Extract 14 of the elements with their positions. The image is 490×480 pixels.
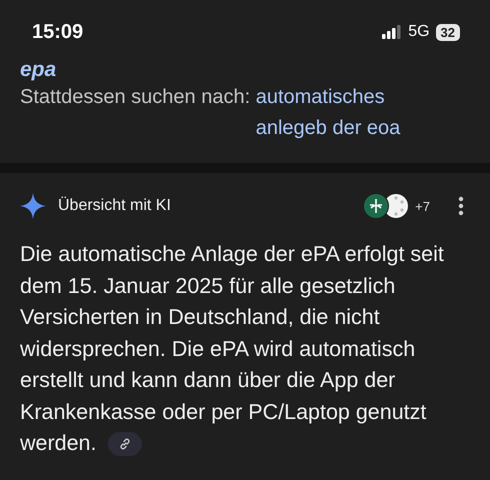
overview-paragraph: Die automatische Anlage der ePA erfolgt seit dem 15. Januar 2025 für alle gesetzlich Versicherten in Deutschland, die nicht widersprechen. Die ePA wird automatisch erstellt und kann dann über die App der Krankenkasse oder per PC/Laptop genutzt werden. bbox=[20, 241, 445, 458]
network-label: 5G bbox=[408, 23, 430, 41]
suggestion-link[interactable]: automatisches anlegeb der eoa bbox=[256, 82, 446, 144]
search-query[interactable]: epa bbox=[20, 58, 56, 82]
clock-time: 15:09 bbox=[32, 20, 84, 44]
link-icon bbox=[119, 438, 132, 450]
correction-text: Stattdessen suchen nach: automatisches anlegeb der eoa bbox=[20, 82, 470, 144]
signal-icon bbox=[382, 25, 402, 39]
more-options-icon[interactable] bbox=[458, 196, 464, 216]
link-button[interactable] bbox=[108, 432, 142, 456]
source-count: +7 bbox=[415, 198, 430, 214]
battery-indicator: 32 bbox=[436, 24, 460, 40]
sparkle-icon bbox=[20, 193, 46, 219]
overview-title: Übersicht mit KI bbox=[58, 197, 172, 215]
